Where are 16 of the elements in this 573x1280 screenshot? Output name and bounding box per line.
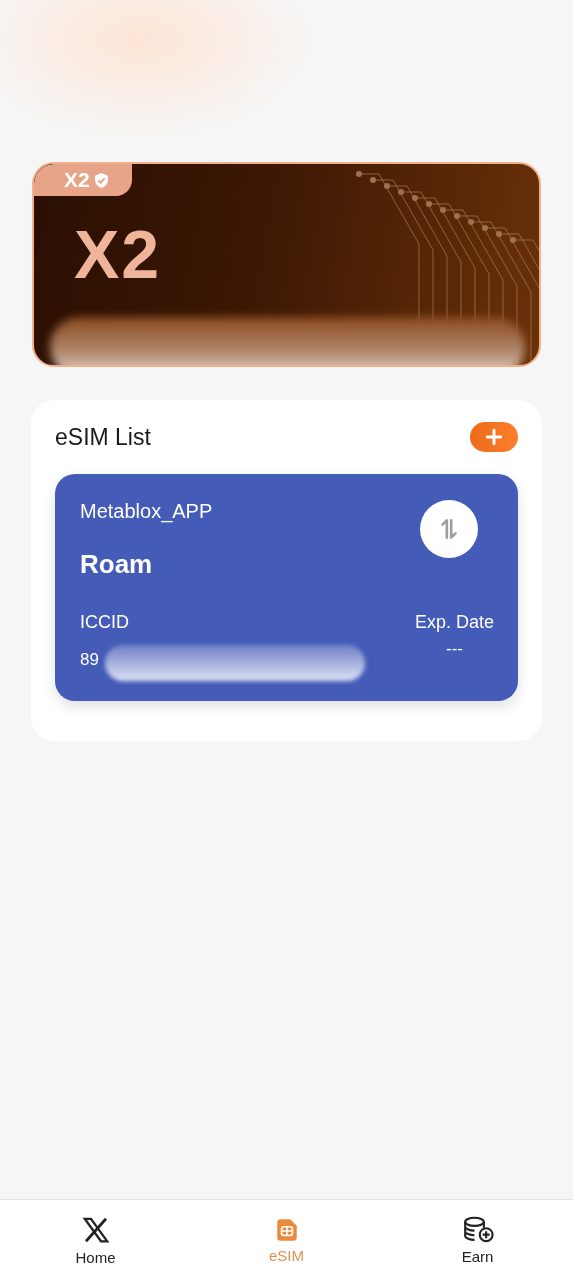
plan-name: Roam: [80, 549, 154, 580]
iccid-value: 89: [80, 650, 99, 670]
expiry-value: ---: [446, 639, 463, 659]
plus-icon: [485, 428, 503, 446]
plan-title: X2: [74, 220, 162, 288]
nav-tab[interactable]: Home: [0, 1200, 191, 1280]
nav-tab[interactable]: Earn: [382, 1200, 573, 1280]
shield-check-icon: [92, 171, 110, 189]
swap-arrows-icon[interactable]: [420, 500, 478, 558]
provider-name: Metablox_APP: [80, 500, 213, 523]
esim-card[interactable]: Metablox_APP Roam ICCID 89 Exp. Date ---: [55, 474, 518, 701]
add-button[interactable]: [470, 422, 518, 452]
section-title: eSIM List: [55, 423, 151, 451]
iccid-label: ICCID: [80, 612, 130, 633]
badge-label: X2: [64, 168, 90, 192]
expiry-label: Exp. Date: [414, 612, 494, 633]
